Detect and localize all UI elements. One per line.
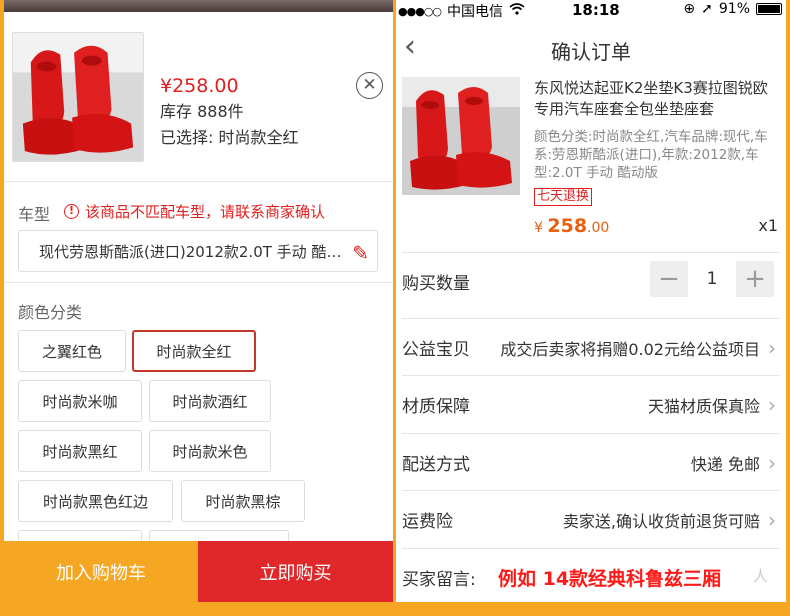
selected-label: 已选择: xyxy=(160,128,214,147)
shipping-row[interactable]: 配送方式 快递 免邮 › xyxy=(402,433,780,491)
close-glyph: ✕ xyxy=(362,75,377,95)
clock: 18:18 xyxy=(572,1,620,19)
color-option[interactable]: 时尚款酒红 xyxy=(149,380,271,422)
insurance-row[interactable]: 运费险 卖家送,确认收货前退货可赔 › xyxy=(402,490,780,548)
buy-now-button[interactable]: 立即购买 xyxy=(198,541,393,602)
product-quantity: x1 xyxy=(758,216,778,235)
message-label: 买家留言: xyxy=(402,570,476,590)
color-option[interactable]: 之翼红色 xyxy=(18,330,126,372)
warning-text: 该商品不匹配车型，请联系商家确认 xyxy=(85,203,326,221)
color-option[interactable]: 时尚款米色 xyxy=(149,430,271,472)
car-type-label: 车型 xyxy=(18,205,51,224)
color-option[interactable]: 时尚款米咖 xyxy=(18,380,142,422)
product-title[interactable]: 东风悦达起亚K2坐垫K3赛拉图锐欧专用汽车座套全包坐垫座套 xyxy=(534,78,776,120)
chevron-right-icon: › xyxy=(768,392,776,417)
material-value: 天猫材质保真险 xyxy=(647,396,760,416)
status-left: ●●●○○ 中国电信 xyxy=(398,1,525,21)
add-to-cart-button[interactable]: 加入购物车 xyxy=(4,541,198,602)
material-row[interactable]: 材质保障 天猫材质保真险 › xyxy=(402,375,780,433)
location-icon: ➚ xyxy=(701,1,713,17)
signal-icon: ●●●○○ xyxy=(398,4,442,18)
carrier: 中国电信 xyxy=(447,4,503,20)
battery-percent: 91% xyxy=(718,1,750,17)
color-option[interactable]: 时尚款黑红 xyxy=(18,430,142,472)
order-product-thumbnail xyxy=(402,77,520,195)
car-mismatch-warning: ! 该商品不匹配车型，请联系商家确认 xyxy=(64,201,325,222)
price-integer: 258 xyxy=(547,215,588,237)
top-edge xyxy=(4,0,393,12)
color-option-selected[interactable]: 时尚款全红 xyxy=(132,330,256,372)
sku-selector-panel: ¥258.00 库存 888件 已选择: 时尚款全红 ✕ 车型 ! 该商品不匹配… xyxy=(4,0,393,602)
chevron-right-icon: › xyxy=(768,450,776,475)
product-price: ¥ 258.00 xyxy=(534,215,609,237)
selected-value: 时尚款全红 xyxy=(218,128,299,147)
quantity-row: 购买数量 − 1 + xyxy=(402,252,780,310)
stock-value: 888件 xyxy=(197,102,244,121)
message-input-hint[interactable]: 人 xyxy=(753,565,768,586)
color-option[interactable]: 时尚款黑色红边 xyxy=(18,480,173,522)
return-badge: 七天退换 xyxy=(534,188,593,206)
plus-button[interactable]: + xyxy=(736,261,774,297)
status-right: ⊕ ➚ 91% xyxy=(683,1,782,17)
wifi-icon xyxy=(509,3,525,19)
orientation-lock-icon: ⊕ xyxy=(683,1,696,17)
car-seat-image xyxy=(402,77,520,195)
battery-icon xyxy=(756,3,782,15)
quantity-label: 购买数量 xyxy=(402,274,470,294)
status-bar: ●●●○○ 中国电信 18:18 ⊕ ➚ 91% xyxy=(396,0,786,20)
divider xyxy=(4,282,393,283)
color-category-label: 颜色分类 xyxy=(18,303,83,322)
chevron-right-icon: › xyxy=(768,335,776,360)
confirm-order-screen: ●●●○○ 中国电信 18:18 ⊕ ➚ 91% ‹ 确认订单 东风悦达起亚K2… xyxy=(396,0,786,602)
minus-button[interactable]: − xyxy=(650,261,688,297)
sku-price: ¥258.00 xyxy=(160,75,239,97)
shipping-value: 快递 免邮 xyxy=(690,454,760,474)
page-title: 确认订单 xyxy=(551,40,631,64)
car-model-value: 现代劳恩斯酷派(进口)2012款2.0T 手动 酷动版 xyxy=(39,242,345,261)
nav-bar: ‹ 确认订单 xyxy=(396,22,786,74)
car-model-selector[interactable]: 现代劳恩斯酷派(进口)2012款2.0T 手动 酷动版 ✎ xyxy=(18,230,378,272)
price-currency: ¥ xyxy=(534,220,543,236)
charity-label: 公益宝贝 xyxy=(402,340,470,360)
selected-info: 已选择: 时尚款全红 xyxy=(160,124,299,148)
charity-value: 成交后卖家将捐赠0.02元给公益项目 xyxy=(500,339,760,359)
shipping-label: 配送方式 xyxy=(402,455,470,475)
color-option[interactable]: 时尚款黑棕 xyxy=(181,480,305,522)
pencil-icon[interactable]: ✎ xyxy=(352,241,369,265)
charity-row[interactable]: 公益宝贝 成交后卖家将捐赠0.02元给公益项目 › xyxy=(402,318,780,376)
car-seat-image xyxy=(13,33,143,161)
divider xyxy=(4,181,393,182)
close-icon[interactable]: ✕ xyxy=(356,72,383,99)
message-example-text: 例如 14款经典科鲁兹三厢 xyxy=(498,568,722,590)
price-decimal: .00 xyxy=(587,220,610,236)
product-thumbnail xyxy=(12,32,144,162)
quantity-value[interactable]: 1 xyxy=(688,269,736,289)
material-label: 材质保障 xyxy=(402,397,470,417)
warning-icon: ! xyxy=(64,204,79,219)
stock-info: 库存 888件 xyxy=(160,98,244,122)
insurance-label: 运费险 xyxy=(402,512,453,532)
insurance-value: 卖家送,确认收货前退货可赔 xyxy=(562,511,760,531)
chevron-right-icon: › xyxy=(768,507,776,532)
quantity-stepper: − 1 + xyxy=(650,261,774,297)
product-spec: 颜色分类:时尚款全红,汽车品牌:现代,车系:劳恩斯酷派(进口),年款:2012款… xyxy=(534,129,768,181)
stock-label: 库存 xyxy=(160,102,193,121)
